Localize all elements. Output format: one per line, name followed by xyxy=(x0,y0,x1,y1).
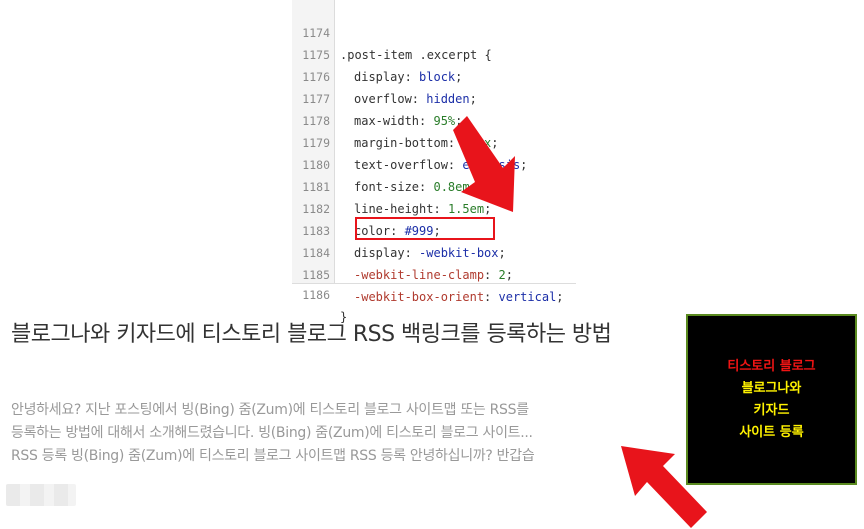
code-text: overflow: hidden; xyxy=(354,92,477,106)
css-value: block xyxy=(419,70,456,84)
css-vendor-prefix: -webkit- xyxy=(354,290,412,304)
code-line: 1175 display: block; xyxy=(292,22,462,84)
css-property: line-clamp xyxy=(411,268,485,282)
line-number: 1186 xyxy=(302,288,330,302)
css-vendor-prefix: -webkit- xyxy=(354,268,412,282)
thumbnail-text: 블로그나와 xyxy=(741,380,802,396)
excerpt-line: 등록하는 방법에 대해서 소개해드렸습니다. 빙(Bing) 줌(Zum)에 티… xyxy=(11,425,533,441)
post-excerpt[interactable]: 안녕하세요? 지난 포스팅에서 빙(Bing) 줌(Zum)에 티스토리 블로그… xyxy=(11,399,623,468)
css-value: vertical xyxy=(498,290,557,304)
code-line: 1184 -webkit-line-clamp: 2; xyxy=(292,220,513,282)
post-title[interactable]: 블로그나와 키자드에 티스토리 블로그 RSS 백링크를 등록하는 방법 xyxy=(11,319,631,350)
code-line: 1174 .post-item .excerpt { xyxy=(292,0,491,62)
code-text: display: block; xyxy=(354,70,463,84)
code-line: 1178 margin-bottom: 15px; xyxy=(292,88,498,150)
css-property: display xyxy=(354,70,405,84)
css-property: box-orient xyxy=(411,290,485,304)
code-text: -webkit-line-clamp: 2; xyxy=(354,268,513,282)
code-text: .post-item .excerpt { xyxy=(340,48,492,62)
css-property: max-width xyxy=(354,114,420,128)
css-value: 2 xyxy=(498,268,506,282)
code-line: 1179 text-overflow: ellipsis; xyxy=(292,110,527,172)
excerpt-line: 안녕하세요? 지난 포스팅에서 빙(Bing) 줌(Zum)에 티스토리 블로그… xyxy=(11,402,529,418)
code-line: 1176 overflow: hidden; xyxy=(292,44,477,106)
arrow-down-icon xyxy=(453,116,515,212)
css-property: margin-bottom xyxy=(354,136,448,150)
css-property: overflow xyxy=(354,92,412,106)
code-line: 1186 } xyxy=(292,262,347,324)
code-line: 1180 font-size: 0.8em; xyxy=(292,132,477,194)
code-line: 1182 color: #999; xyxy=(292,176,440,238)
thumbnail-text: 키자드 xyxy=(753,402,790,418)
arrow-up-left-icon xyxy=(621,446,707,528)
code-line: 1177 max-width: 95%; xyxy=(292,66,462,128)
code-line: 1181 line-height: 1.5em; xyxy=(292,154,491,216)
css-value: hidden xyxy=(426,92,470,106)
thumbnail-text: 사이트 등록 xyxy=(739,424,804,440)
excerpt-line: RSS 등록 빙(Bing) 줌(Zum)에 티스토리 블로그 사이트맵 RSS… xyxy=(11,448,535,464)
thumbnail-text: 티스토리 블로그 xyxy=(727,358,816,374)
css-property: line-height xyxy=(354,202,434,216)
code-line: 1185 -webkit-box-orient: vertical; xyxy=(292,242,563,304)
code-line: 1183 display: -webkit-box; xyxy=(292,198,505,260)
code-text: -webkit-box-orient: vertical; xyxy=(354,290,564,304)
css-property: display xyxy=(354,246,405,260)
css-property: font-size xyxy=(354,180,420,194)
post-thumbnail[interactable]: 티스토리 블로그 블로그나와 키자드 사이트 등록 xyxy=(686,314,857,485)
post-meta-blurred xyxy=(6,484,76,506)
css-value: -webkit-box xyxy=(419,246,499,260)
code-text: display: -webkit-box; xyxy=(354,246,506,260)
css-property: text-overflow xyxy=(354,158,448,172)
